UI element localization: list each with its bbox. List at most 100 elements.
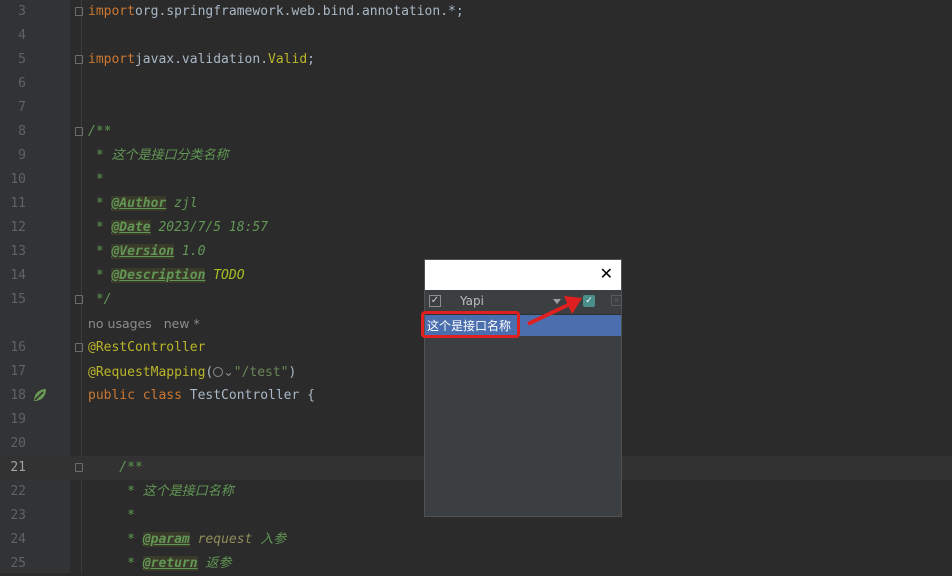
code-token: zjl: [166, 196, 198, 211]
code-token: @return: [142, 556, 198, 571]
code-token: *: [88, 268, 112, 283]
line-number: 3: [18, 4, 26, 19]
line-number: 24: [10, 532, 26, 547]
code-text: *: [88, 168, 104, 192]
code-line[interactable]: 9 * 这个是接口分类名称: [0, 144, 952, 168]
line-number: 18: [10, 388, 26, 403]
code-line[interactable]: 6: [0, 72, 952, 96]
code-token: request: [189, 532, 253, 547]
code-token: 返参: [197, 556, 232, 571]
code-token: ): [288, 365, 297, 380]
line-number: 10: [10, 172, 26, 187]
code-token: "/test": [233, 365, 289, 380]
line-number: 4: [18, 28, 26, 43]
fold-marker-icon[interactable]: [75, 7, 83, 16]
code-token: import: [88, 52, 135, 67]
code-token: @RestController: [88, 340, 206, 355]
code-line[interactable]: 5 importjavax.validation.Valid;: [0, 48, 952, 72]
code-token: (: [205, 365, 214, 380]
dialog-title-bar: ✕: [425, 260, 621, 290]
code-text: * @param request 入参: [88, 528, 286, 552]
line-number: 6: [18, 76, 26, 91]
code-text: public class TestController {: [88, 384, 315, 408]
code-token: /**: [88, 460, 143, 475]
red-arrow-annotation: [527, 296, 582, 326]
code-line[interactable]: 4: [0, 24, 952, 48]
project-selector-label[interactable]: Yapi: [460, 294, 484, 308]
fold-marker-icon[interactable]: [75, 55, 83, 64]
code-line[interactable]: 7: [0, 96, 952, 120]
line-number: 12: [10, 220, 26, 235]
line-number: 20: [10, 436, 26, 451]
code-text: *: [88, 504, 135, 528]
code-text: * 这个是接口名称: [88, 480, 234, 504]
code-token: *: [88, 508, 135, 523]
code-text: importorg.springframework.web.bind.annot…: [88, 0, 464, 24]
code-token: TODO: [205, 268, 245, 283]
line-number: 13: [10, 244, 26, 259]
fold-marker-icon[interactable]: [75, 295, 83, 304]
line-number: 11: [10, 196, 26, 211]
code-token: * 这个是接口名称: [88, 484, 234, 499]
code-token: Valid: [268, 52, 308, 67]
code-token: @Date: [111, 220, 151, 235]
code-token: *: [88, 196, 112, 211]
code-text: /**: [88, 120, 111, 144]
code-text: * @Version 1.0: [88, 240, 205, 264]
fold-marker-icon[interactable]: [75, 127, 83, 136]
code-token: 2023/7/5 18:57: [150, 220, 269, 235]
code-token: * 这个是接口分类名称: [88, 148, 229, 163]
code-token: 入参: [252, 532, 287, 547]
code-token: ⌄: [223, 364, 234, 379]
code-line[interactable]: 25 * @return 返参: [0, 552, 952, 576]
code-text: */: [88, 288, 112, 312]
code-token: *: [88, 556, 143, 571]
url-globe-icon[interactable]: [213, 367, 224, 377]
line-number: 22: [10, 484, 26, 499]
code-line[interactable]: 24 * @param request 入参: [0, 528, 952, 552]
code-token: @RequestMapping: [88, 365, 206, 380]
code-token: no usages new *: [88, 316, 200, 331]
code-text: * @Author zjl: [88, 192, 198, 216]
highlight-box-annotation: [421, 311, 520, 338]
cancel-x-icon[interactable]: ✕: [611, 295, 622, 306]
code-text: * @return 返参: [88, 552, 231, 576]
line-number: 17: [10, 364, 26, 379]
spring-bean-icon[interactable]: [32, 387, 48, 403]
code-line[interactable]: 3 importorg.springframework.web.bind.anno…: [0, 0, 952, 24]
code-token: *: [88, 220, 112, 235]
code-line[interactable]: 12 * @Date 2023/7/5 18:57: [0, 216, 952, 240]
line-number: 7: [18, 100, 26, 115]
code-text: no usages new *: [88, 312, 200, 337]
fold-marker-icon[interactable]: [75, 343, 83, 352]
code-token: @param: [142, 532, 190, 547]
code-text: * 这个是接口分类名称: [88, 144, 229, 168]
code-token: *: [88, 244, 112, 259]
code-text: * @Description TODO: [88, 264, 245, 288]
code-text: importjavax.validation.Valid;: [88, 48, 315, 72]
line-number: 8: [18, 124, 26, 139]
line-number: 25: [10, 556, 26, 571]
select-all-checkbox[interactable]: ✓: [429, 295, 441, 307]
code-token: 1.0: [174, 244, 206, 259]
close-icon[interactable]: ✕: [600, 264, 613, 284]
code-line[interactable]: 8 /**: [0, 120, 952, 144]
code-token: public class: [88, 388, 190, 403]
code-token: @Version: [111, 244, 175, 259]
code-token: import: [88, 4, 135, 19]
code-token: @Author: [111, 196, 167, 211]
code-token: /**: [88, 124, 112, 139]
fold-marker-icon[interactable]: [75, 463, 83, 472]
line-number: 16: [10, 340, 26, 355]
code-line[interactable]: 11 * @Author zjl: [0, 192, 952, 216]
line-number: 15: [10, 292, 26, 307]
code-token: *: [88, 172, 104, 187]
line-number: 21: [10, 460, 26, 475]
line-number: 19: [10, 412, 26, 427]
code-token: ;: [307, 52, 315, 67]
line-number: 5: [18, 52, 26, 67]
code-text: @RestController: [88, 336, 205, 360]
code-token: TestController {: [189, 388, 315, 403]
code-line[interactable]: 10 *: [0, 168, 952, 192]
code-token: javax.validation.: [134, 52, 269, 67]
